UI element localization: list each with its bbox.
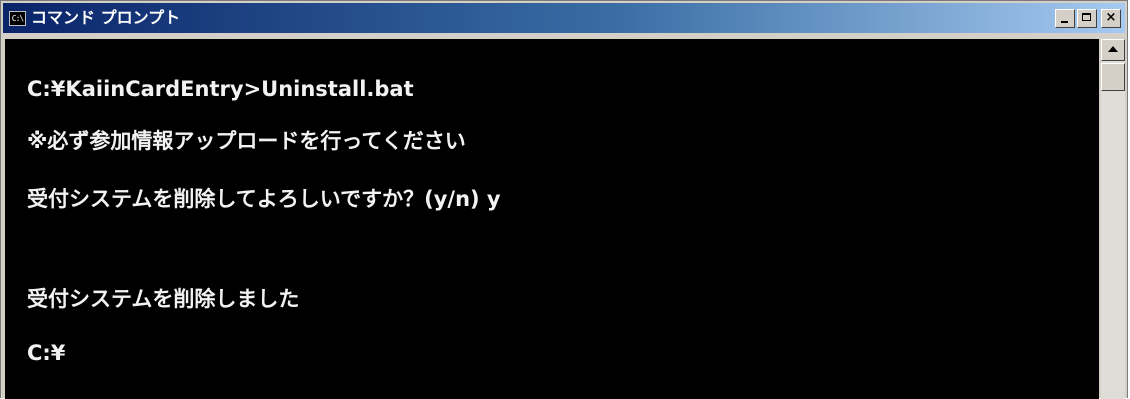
maximize-icon (1082, 13, 1091, 21)
scrollbar-thumb[interactable] (1101, 63, 1125, 91)
command-prompt-window: C:\ コマンド プロンプト × C:¥KaiinCardEntry>Unins… (0, 0, 1128, 399)
console-line-notice: ※必ず参加情報アップロードを行ってください (27, 129, 466, 153)
console-output[interactable]: C:¥KaiinCardEntry>Uninstall.bat ※必ず参加情報ア… (5, 39, 1099, 399)
console-line-result: 受付システムを削除しました (27, 287, 300, 311)
scroll-up-button[interactable] (1101, 39, 1125, 61)
minimize-button[interactable] (1055, 9, 1075, 28)
console-app-icon[interactable]: C:\ (9, 11, 26, 26)
minimize-icon (1061, 21, 1068, 23)
console-line-confirm-prompt: 受付システムを削除してよろしいですか？(y/n) y (27, 187, 501, 211)
title-bar[interactable]: C:\ コマンド プロンプト × (3, 3, 1125, 33)
arrow-up-icon (1108, 46, 1118, 52)
vertical-scrollbar[interactable] (1101, 39, 1125, 399)
close-icon: × (1105, 10, 1117, 25)
console-line-current-prompt: C:¥ (27, 341, 66, 365)
window-title: コマンド プロンプト (31, 8, 181, 27)
console-line-command: C:¥KaiinCardEntry>Uninstall.bat (27, 77, 414, 101)
maximize-button[interactable] (1077, 9, 1097, 28)
close-button[interactable]: × (1101, 9, 1121, 28)
